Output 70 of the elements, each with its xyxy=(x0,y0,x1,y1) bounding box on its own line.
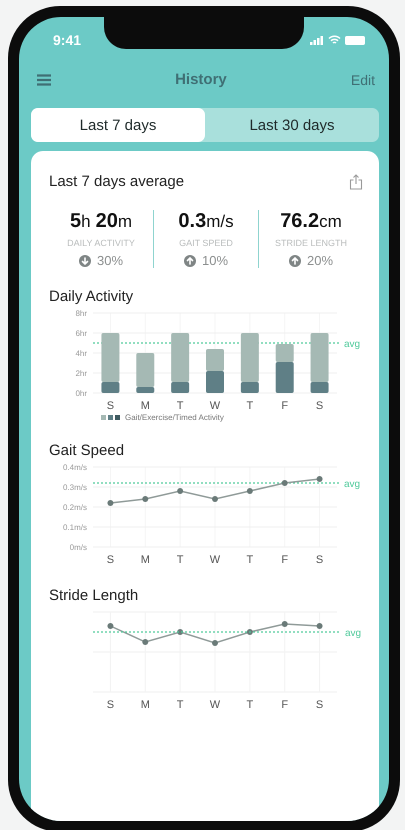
day-label: M xyxy=(140,554,150,566)
day-label: F xyxy=(281,400,288,412)
day-label: T xyxy=(176,400,184,412)
stat-value: 0.3m/s xyxy=(178,210,234,233)
stat-label: DAILY ACTIVITY xyxy=(67,238,135,248)
day-label: W xyxy=(210,400,220,412)
period-tab[interactable]: Last 7 days xyxy=(31,108,205,142)
axis-label: 4hr xyxy=(75,349,87,358)
stat-label: GAIT SPEED xyxy=(179,238,233,248)
day-label: S xyxy=(106,554,114,566)
arrow-up-icon xyxy=(184,254,196,266)
day-label: M xyxy=(140,699,150,711)
average-label: avg xyxy=(344,339,360,350)
chart-title: Stride Length xyxy=(49,587,140,604)
day-label: W xyxy=(210,554,220,566)
day-label: T xyxy=(176,554,184,566)
bar xyxy=(206,349,224,371)
chart-title: Gait Speed xyxy=(49,442,126,459)
change-percent: 20% xyxy=(306,253,334,268)
point xyxy=(107,500,114,506)
status-time: 9:41 xyxy=(53,32,82,48)
day-label: S xyxy=(316,554,324,566)
axis-label: 0.3m/s xyxy=(62,483,87,492)
day-label: M xyxy=(140,400,150,412)
chart-title: Daily Activity xyxy=(49,288,134,305)
day-label: T xyxy=(246,554,254,566)
battery-icon xyxy=(345,36,365,44)
legend-label: Gait/Exercise/Timed Activity xyxy=(125,413,224,422)
wifi-icon xyxy=(328,35,341,45)
day-label: S xyxy=(316,400,324,412)
day-label: F xyxy=(281,699,288,711)
period-tab[interactable]: Last 30 days xyxy=(205,108,379,142)
day-label: W xyxy=(210,699,220,711)
axis-label: 0.1m/s xyxy=(62,523,87,532)
axis-label: 2hr xyxy=(75,369,87,378)
point xyxy=(316,476,323,482)
axis-label: 8hr xyxy=(75,309,87,318)
day-label: S xyxy=(106,400,114,412)
point xyxy=(246,488,253,494)
day-label: T xyxy=(246,400,254,412)
average-label: avg xyxy=(344,479,360,490)
arrow-up-icon xyxy=(288,254,301,266)
axis-label: 0.4m/s xyxy=(62,463,87,472)
day-label: S xyxy=(106,699,114,711)
change-percent: 10% xyxy=(202,253,228,268)
point xyxy=(177,488,184,494)
day-label: T xyxy=(176,699,184,711)
axis-label: 6hr xyxy=(75,329,87,338)
share-icon[interactable] xyxy=(349,174,363,190)
axis-label: 0hr xyxy=(75,389,87,398)
axis-label: 0m/s xyxy=(70,543,87,552)
menu-button[interactable] xyxy=(37,74,51,86)
change-percent: 30% xyxy=(96,253,124,268)
point xyxy=(142,496,148,502)
point xyxy=(212,496,218,502)
stat-value: 5h 20m xyxy=(70,210,132,233)
average-label: avg xyxy=(345,628,362,639)
arrow-down-icon xyxy=(78,254,91,266)
day-label: F xyxy=(281,554,288,566)
day-label: T xyxy=(246,699,254,711)
screen-title: History xyxy=(175,71,227,88)
point xyxy=(282,480,288,486)
stat-label: STRIDE LENGTH xyxy=(274,238,347,248)
summary-title: Last 7 days average xyxy=(49,173,184,190)
stat-value: 76.2cm xyxy=(280,210,342,233)
bar xyxy=(206,371,224,393)
day-label: S xyxy=(316,699,324,711)
signal-icon xyxy=(310,36,324,44)
legend-swatch-icon xyxy=(101,415,121,420)
axis-label: 0.2m/s xyxy=(62,503,87,512)
